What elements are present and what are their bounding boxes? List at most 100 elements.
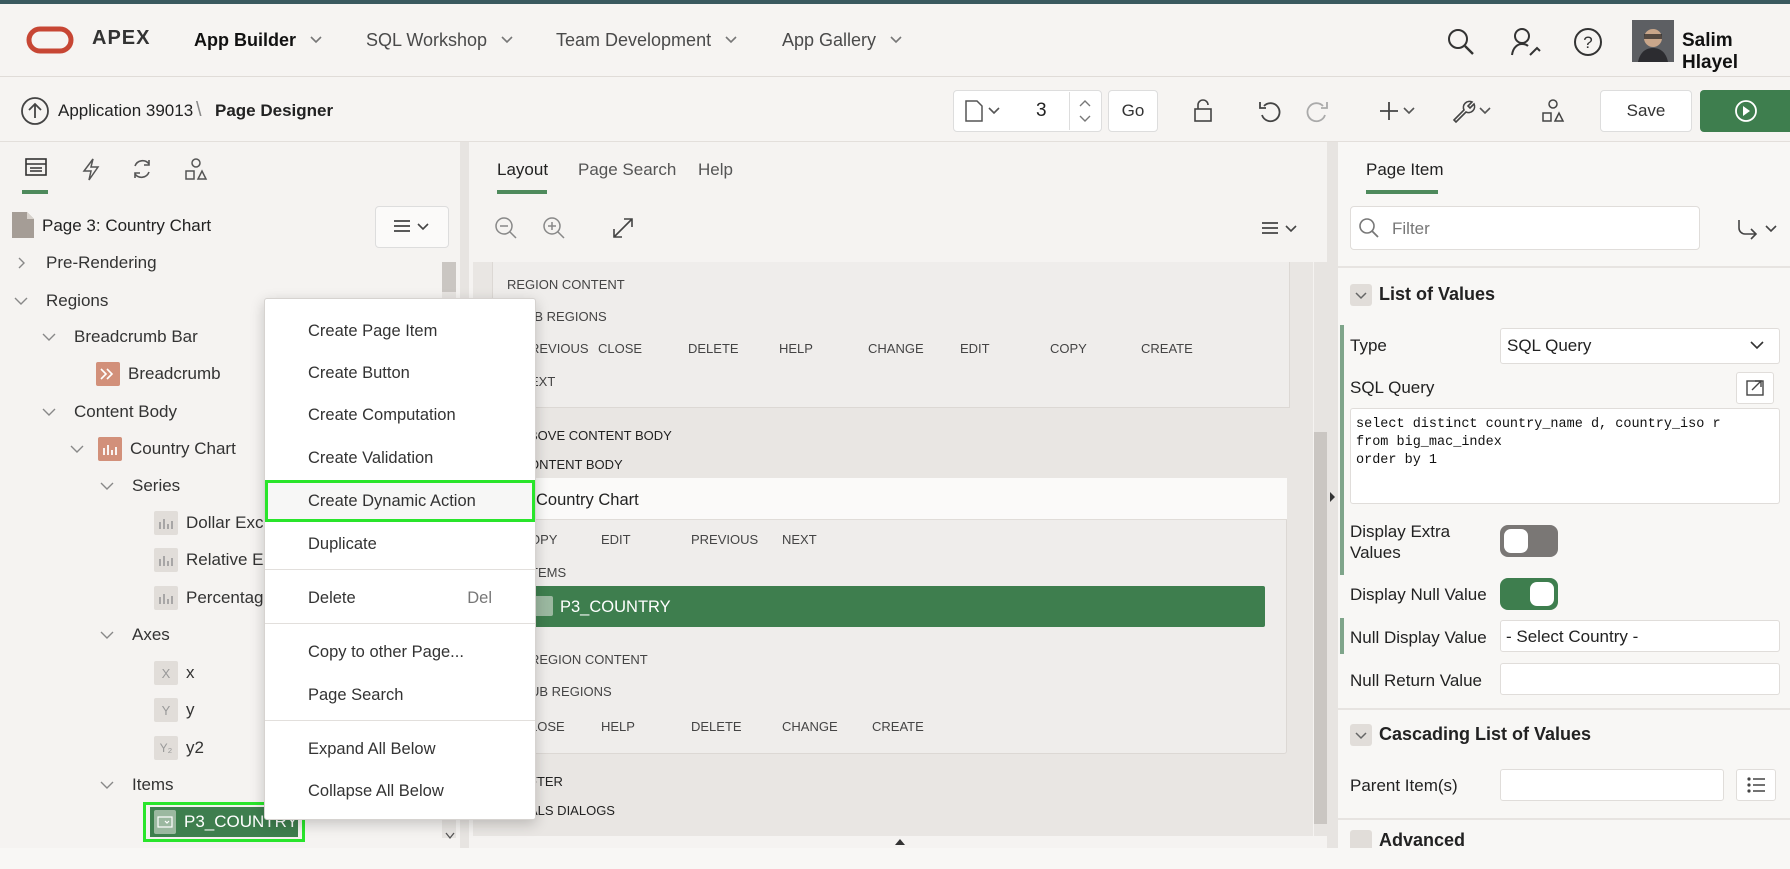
page-title[interactable]: Page 3: Country Chart [42,216,211,236]
tab-page-search[interactable]: Page Search [578,160,676,180]
page-icon[interactable] [963,99,1001,123]
tree-node-axes[interactable]: Axes [100,620,170,650]
menu-item-create-page-item[interactable]: Create Page Item [266,311,534,351]
breadcrumb-application[interactable]: Application 39013 [58,101,193,121]
button-position-label[interactable]: CREATE [1141,341,1193,356]
parent-items-input[interactable] [1500,769,1724,801]
button-position-label[interactable]: CREATE [872,719,924,734]
button-position-label[interactable]: EDIT [960,341,990,356]
splitter-right[interactable] [1327,142,1338,848]
nav-app-gallery[interactable]: App Gallery [782,20,902,60]
shared-components-tab-icon[interactable] [184,157,208,181]
display-extra-values-label-2: Values [1350,543,1401,562]
menu-item-expand-all-below[interactable]: Expand All Below [266,729,534,769]
tree-node-series-3[interactable]: Percentage [154,583,273,613]
collapse-lov-icon[interactable] [1350,284,1372,306]
button-position-label[interactable]: REVIOUS [530,341,589,356]
dynamic-actions-icon[interactable] [80,157,102,181]
go-button[interactable]: Go [1108,90,1158,132]
user-name[interactable]: Salim Hlayel [1682,30,1790,74]
collapse-bottom-icon[interactable] [895,838,905,846]
button-position-label[interactable]: COPY [1050,341,1087,356]
tree-menu-button[interactable] [375,206,449,248]
button-position-label[interactable]: EDIT [601,532,631,547]
button-position-label[interactable]: DELETE [691,719,742,734]
menu-item-collapse-all-below[interactable]: Collapse All Below [266,771,534,811]
nav-sql-workshop[interactable]: SQL Workshop [366,20,513,60]
admin-user-icon[interactable] [1510,27,1542,57]
button-position-label[interactable]: CLOSE [598,341,642,356]
help-icon[interactable]: ? [1573,27,1603,57]
tree-node-axis-x[interactable]: Xx [154,658,195,688]
apex-brand[interactable]: APEX [92,27,150,50]
tree-node-series[interactable]: Series [100,471,180,501]
scroll-down-icon[interactable] [445,832,455,840]
run-page-button[interactable] [1700,90,1790,132]
zoom-out-icon[interactable] [493,215,519,241]
button-position-label[interactable]: HELP [779,341,813,356]
button-position-label[interactable]: PREVIOUS [691,532,758,547]
tree-node-pre-rendering[interactable]: Pre-Rendering [16,248,157,278]
sql-query-editor[interactable]: select distinct country_name d, country_… [1350,408,1780,504]
tab-help[interactable]: Help [698,160,733,180]
menu-item-create-computation[interactable]: Create Computation [266,395,534,435]
nav-team-development[interactable]: Team Development [556,20,737,60]
button-position-label[interactable]: CHANGE [868,341,924,356]
list-picker-icon[interactable] [1736,769,1776,801]
go-to-group-icon[interactable] [1736,216,1780,242]
tree-node-breadcrumb[interactable]: Breadcrumb [96,359,221,389]
collapse-advanced-icon[interactable] [1350,830,1372,848]
menu-item-duplicate[interactable]: Duplicate [266,524,534,564]
button-position-label[interactable]: DELETE [688,341,739,356]
tab-layout[interactable]: Layout [497,160,548,180]
layout-scrollbar-thumb[interactable] [1314,432,1328,824]
tree-scrollbar-thumb[interactable] [442,262,456,292]
tree-node-breadcrumb-bar[interactable]: Breadcrumb Bar [42,322,198,352]
add-icon[interactable] [1378,94,1418,128]
tree-node-axis-y2[interactable]: Y₂ y2 [154,733,204,763]
page-number-input[interactable]: 3 [1036,100,1047,122]
collapse-cascading-icon[interactable] [1350,724,1372,746]
tree-node-series-1[interactable]: Dollar Exch [154,508,273,538]
undo-icon[interactable] [1253,94,1287,128]
menu-item-create-button[interactable]: Create Button [266,353,534,393]
tree-node-content-body[interactable]: Content Body [42,397,177,427]
nav-app-builder[interactable]: App Builder [194,20,322,60]
page-number-stepper[interactable] [1069,92,1100,130]
display-null-value-toggle[interactable] [1500,578,1558,610]
avatar[interactable] [1632,20,1674,62]
layout-menu-icon[interactable] [1260,218,1300,240]
tree-node-axis-y[interactable]: Yy [154,695,195,725]
oracle-logo[interactable] [26,26,74,54]
zoom-in-icon[interactable] [541,215,567,241]
button-position-label[interactable]: NEXT [782,532,817,547]
processing-icon[interactable] [130,157,154,181]
redo-icon[interactable] [1300,94,1334,128]
up-arrow-icon[interactable] [20,96,50,126]
display-extra-values-toggle[interactable] [1500,525,1558,557]
null-return-value-input[interactable] [1500,663,1780,695]
sql-line: order by 1 [1356,453,1438,468]
search-icon[interactable] [1446,27,1476,57]
chevron-down-icon[interactable] [1750,341,1764,351]
tree-node-regions[interactable]: Regions [14,286,108,316]
shared-components-icon[interactable] [1536,94,1570,128]
lock-icon[interactable] [1186,94,1220,128]
open-code-editor-icon[interactable] [1736,372,1774,404]
menu-item-create-validation[interactable]: Create Validation [266,438,534,478]
tree-node-series-2[interactable]: Relative Ex [154,545,272,575]
tab-rendering[interactable] [24,155,52,195]
tree-node-items[interactable]: Items [100,770,174,800]
menu-item-delete[interactable]: Delete Del [266,578,534,618]
parent-items-label: Parent Item(s) [1350,776,1458,795]
save-button[interactable]: Save [1600,90,1692,132]
button-position-label[interactable]: CHANGE [782,719,838,734]
menu-item-page-search[interactable]: Page Search [266,675,534,715]
tree-node-country-chart[interactable]: Country Chart [70,434,236,464]
tab-page-item[interactable]: Page Item [1366,160,1444,180]
button-position-label[interactable]: HELP [601,719,635,734]
tree-label: Items [132,775,174,794]
expand-icon[interactable] [610,215,636,241]
wrench-icon[interactable] [1450,94,1496,128]
menu-item-copy-to-other-page[interactable]: Copy to other Page... [266,632,534,672]
